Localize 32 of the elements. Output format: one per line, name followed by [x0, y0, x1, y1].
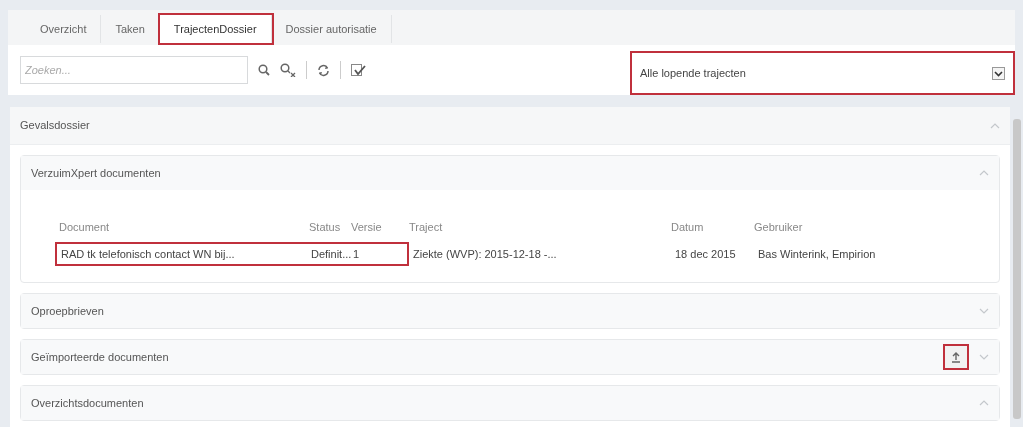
- table-cell-text: Definit...: [310, 246, 349, 262]
- table-cell-text: Ziekte (WVP): 2015-12-18 -...: [412, 246, 558, 262]
- search-field[interactable]: Zoeken...: [20, 56, 248, 84]
- search-clear-icon[interactable]: [280, 63, 296, 77]
- table-cell-text: RAD tk telefonisch contact WN bij...: [60, 246, 236, 262]
- column-header: Status: [308, 219, 342, 235]
- table-cell-text: Bas Winterink, Empirion: [757, 246, 877, 262]
- column-header: Datum: [670, 219, 705, 235]
- dropdown-caret-icon[interactable]: [992, 66, 1005, 80]
- panel-title: Geïmporteerde documenten: [31, 349, 170, 365]
- column-header: Versie: [350, 219, 383, 235]
- panel-title: Oproepbrieven: [31, 303, 105, 319]
- checklist-icon[interactable]: [351, 63, 366, 77]
- tab[interactable]: TrajectenDossier: [159, 15, 272, 43]
- document-row[interactable]: RAD tk telefonisch contact WN bij... Definit...1: [55, 242, 409, 266]
- upload-button[interactable]: [943, 344, 969, 370]
- dropdown-value: Alle lopende trajecten: [640, 65, 747, 81]
- tab[interactable]: Dossier autorisatie: [271, 15, 392, 43]
- section-header[interactable]: Gevalsdossier: [10, 107, 1010, 145]
- column-header: Document: [58, 219, 111, 235]
- column-header: Traject: [408, 219, 444, 235]
- tab[interactable]: Overzicht: [26, 15, 102, 43]
- trajectory-dropdown[interactable]: Alle lopende trajecten: [630, 51, 1015, 95]
- column-header: Gebruiker: [753, 219, 804, 235]
- panel-title: VerzuimXpert documenten: [31, 165, 162, 181]
- panel-title: Overzichtsdocumenten: [31, 395, 145, 411]
- search-icon[interactable]: [258, 64, 270, 76]
- refresh-icon[interactable]: [317, 63, 330, 77]
- section-title: Gevalsdossier: [20, 118, 91, 134]
- upload-icon: [951, 351, 961, 363]
- scrollbar[interactable]: [1013, 119, 1021, 419]
- table-cell-text: 18 dec 2015: [674, 246, 737, 262]
